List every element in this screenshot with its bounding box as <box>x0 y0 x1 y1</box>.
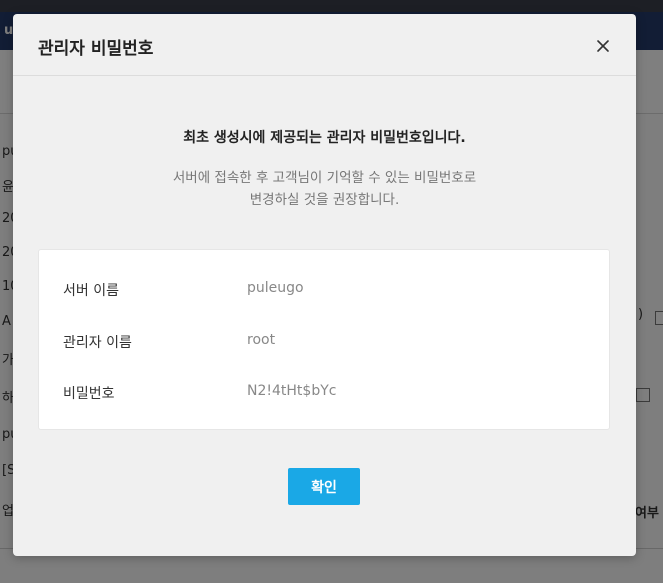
credentials-card: 서버 이름 puleugo 관리자 이름 root 비밀번호 N2!4tHt$b… <box>38 249 610 430</box>
info-label: 서버 이름 <box>63 283 119 299</box>
info-row-server-name: 서버 이름 puleugo <box>39 278 611 302</box>
modal-header: 관리자 비밀번호 <box>13 14 636 76</box>
info-value: root <box>247 332 276 348</box>
modal-description: 서버에 접속한 후 고객님이 기억할 수 있는 비밀번호로 변경하실 것을 권장… <box>13 167 636 211</box>
modal-title: 관리자 비밀번호 <box>38 39 154 59</box>
info-value: N2!4tHt$bYc <box>247 383 337 399</box>
close-button[interactable] <box>593 36 613 56</box>
info-label: 관리자 이름 <box>63 335 132 351</box>
description-line: 변경하실 것을 권장합니다. <box>249 192 400 208</box>
info-label: 비밀번호 <box>63 386 115 402</box>
description-line: 서버에 접속한 후 고객님이 기억할 수 있는 비밀번호로 <box>172 170 477 186</box>
info-row-admin-name: 관리자 이름 root <box>39 330 611 354</box>
info-row-password: 비밀번호 N2!4tHt$bYc <box>39 381 611 405</box>
modal-headline: 최초 생성시에 제공되는 관리자 비밀번호입니다. <box>183 130 466 146</box>
admin-password-modal: 관리자 비밀번호 최초 생성시에 제공되는 관리자 비밀번호입니다. 서버에 접… <box>13 14 636 556</box>
info-value: puleugo <box>247 280 304 296</box>
close-icon <box>597 40 609 52</box>
confirm-button[interactable]: 확인 <box>288 468 360 505</box>
